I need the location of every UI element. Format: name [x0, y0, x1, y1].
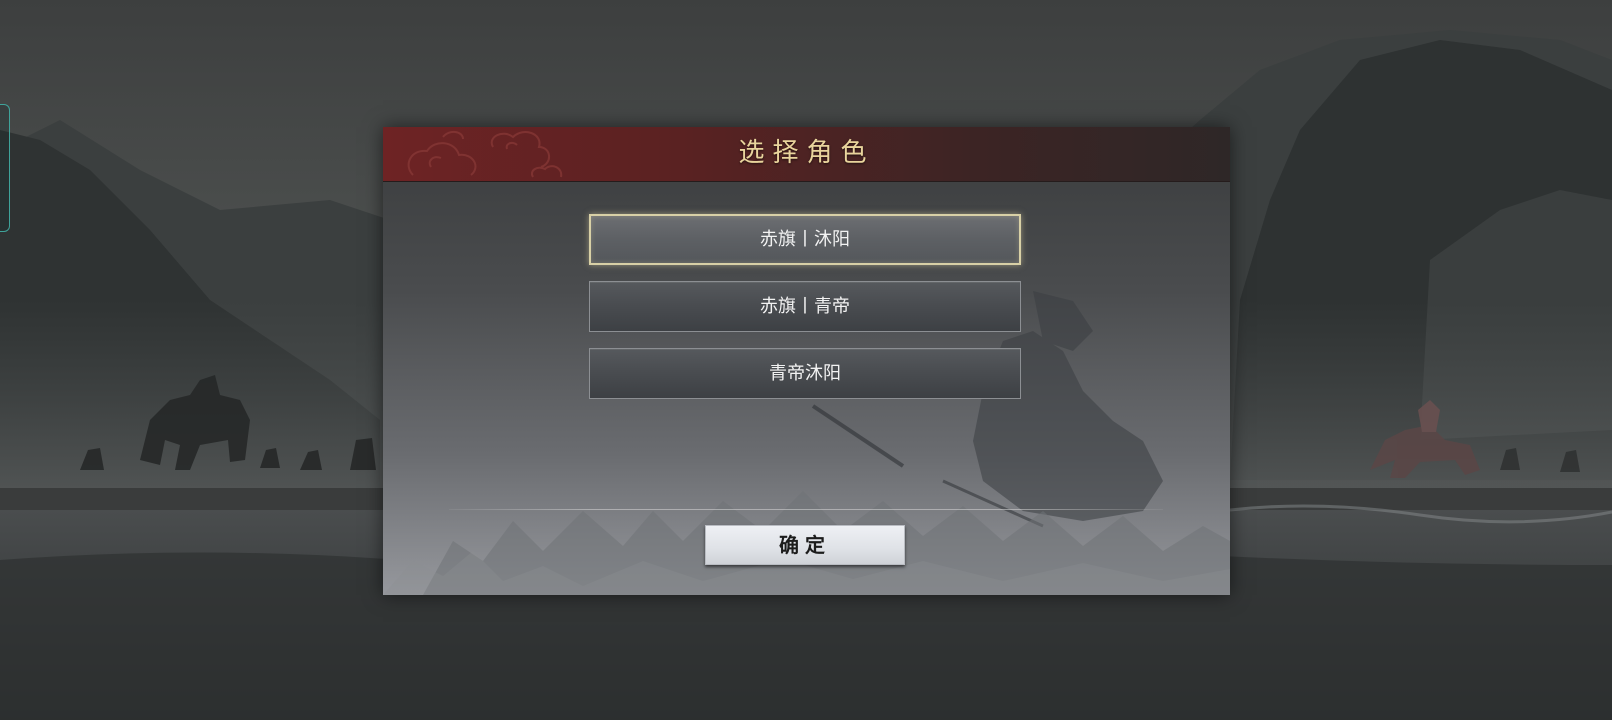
- character-option-1[interactable]: 赤旗丨沐阳: [589, 214, 1021, 265]
- dialog-title: 选择角色: [738, 138, 875, 168]
- dialog-header: 选择角色: [383, 127, 1230, 182]
- character-option-2[interactable]: 赤旗丨青帝: [589, 281, 1021, 332]
- side-panel-tab[interactable]: [0, 104, 10, 232]
- divider: [449, 509, 1163, 510]
- select-character-dialog: 选择角色 赤旗丨沐阳 赤旗丨青帝 青帝沐阳 确定: [383, 127, 1230, 595]
- confirm-button[interactable]: 确定: [705, 525, 905, 565]
- character-option-3[interactable]: 青帝沐阳: [589, 348, 1021, 399]
